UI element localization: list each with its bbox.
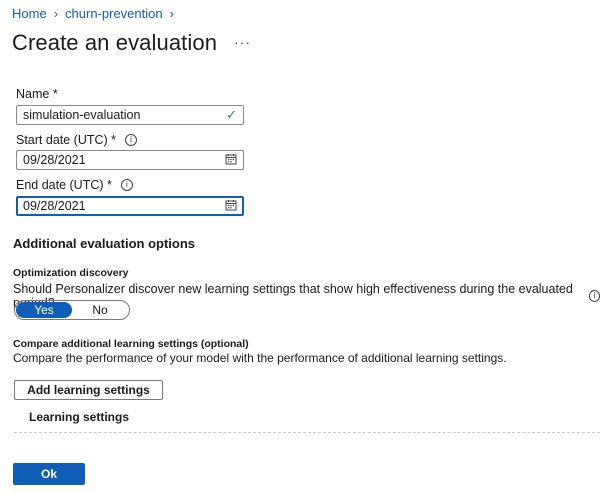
start-date-label-text: Start date (UTC) * [16, 133, 117, 147]
end-date-label-text: End date (UTC) * [16, 178, 112, 192]
breadcrumb-home-link[interactable]: Home [12, 6, 47, 21]
learning-settings-label: Learning settings [29, 410, 130, 424]
compare-heading: Compare additional learning settings (op… [13, 338, 249, 350]
compare-description: Compare the performance of your model wi… [13, 351, 507, 365]
chevron-right-icon: › [53, 6, 59, 21]
add-learning-settings-button[interactable]: Add learning settings [14, 380, 163, 400]
info-icon[interactable]: i [120, 179, 133, 191]
divider [14, 432, 600, 433]
end-date-input[interactable]: 09/28/2021 [16, 196, 244, 216]
name-label-text: Name * [16, 87, 58, 101]
end-date-label: End date (UTC) * i [16, 178, 133, 192]
toggle-yes-option[interactable]: Yes [16, 302, 72, 318]
name-input-value: simulation-evaluation [23, 108, 141, 122]
start-date-input[interactable]: 09/28/2021 [16, 150, 244, 170]
toggle-no-option[interactable]: No [72, 302, 128, 318]
start-date-value: 09/28/2021 [23, 153, 86, 167]
start-date-label: Start date (UTC) * i [16, 133, 138, 147]
optimization-toggle[interactable]: Yes No [14, 300, 130, 320]
page-title: Create an evaluation [12, 30, 218, 55]
calendar-icon[interactable] [225, 199, 237, 214]
more-options-button[interactable]: ··· [234, 34, 251, 50]
info-icon[interactable]: i [588, 290, 600, 302]
checkmark-icon: ✓ [226, 107, 237, 122]
name-label: Name * [16, 87, 58, 101]
section-title: Additional evaluation options [13, 236, 195, 251]
breadcrumb: Home › churn-prevention › [12, 6, 174, 21]
name-input[interactable]: simulation-evaluation ✓ [16, 105, 244, 125]
breadcrumb-current-link[interactable]: churn-prevention [65, 6, 163, 21]
info-icon[interactable]: i [125, 134, 138, 146]
optimization-heading: Optimization discovery [13, 267, 129, 279]
ok-button[interactable]: Ok [13, 463, 85, 485]
end-date-value: 09/28/2021 [23, 199, 86, 213]
chevron-right-icon: › [169, 6, 174, 21]
calendar-icon[interactable] [225, 153, 237, 168]
